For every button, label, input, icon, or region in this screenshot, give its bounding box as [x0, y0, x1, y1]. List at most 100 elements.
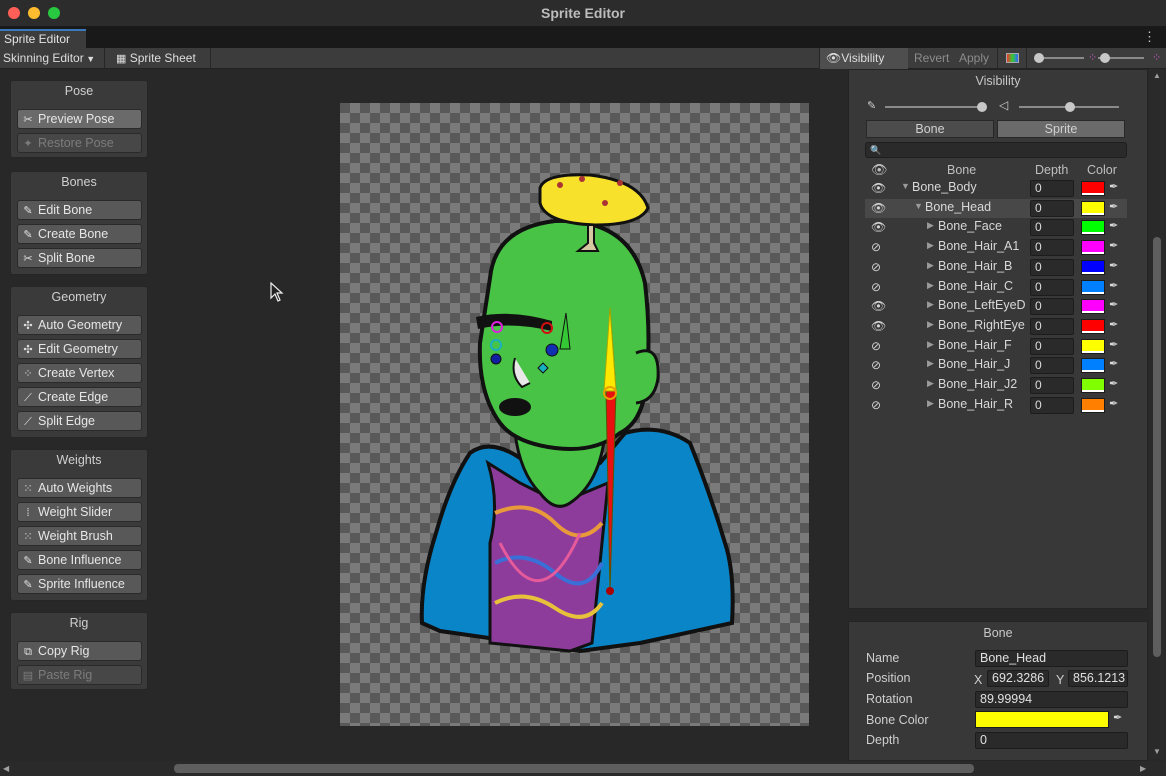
bone-row[interactable]: ⊘ ▶ Bone_Hair_C 0 ✒ — [865, 278, 1127, 297]
bone-row[interactable]: 👁 ▶ Bone_Face 0 ✒ — [865, 218, 1127, 237]
eye-icon[interactable]: 👁 — [871, 319, 887, 333]
eye-hidden-icon[interactable]: ⊘ — [871, 358, 887, 372]
bone-color-swatch[interactable] — [1081, 378, 1105, 393]
bone-row[interactable]: ⊘ ▶ Bone_Hair_F 0 ✒ — [865, 337, 1127, 356]
bone-depth-field[interactable]: 0 — [1030, 239, 1074, 257]
module-dropdown[interactable]: Skinning Editor ▼ — [3, 50, 95, 68]
eyedropper-icon[interactable]: ✒ — [1109, 279, 1123, 295]
collapse-arrow-icon[interactable]: ▶ — [927, 220, 934, 231]
eyedropper-icon[interactable]: ✒ — [1109, 180, 1123, 196]
bone-color-swatch[interactable] — [1081, 338, 1105, 354]
split-bone-button[interactable]: ✂ Split Bone — [17, 248, 142, 268]
visibility-column-eye-icon[interactable]: 👁 — [871, 162, 888, 178]
eye-hidden-icon[interactable]: ⊘ — [871, 398, 887, 412]
scroll-left-arrow-icon[interactable]: ◀ — [3, 764, 9, 773]
tab-sprite[interactable]: Sprite — [997, 120, 1125, 138]
bone-name-field[interactable]: Bone_Head — [975, 650, 1128, 667]
sprite-influence-button[interactable]: ✎ Sprite Influence — [17, 574, 142, 594]
revert-button[interactable]: Revert — [908, 48, 955, 69]
create-edge-button[interactable]: ⟋ Create Edge — [17, 387, 142, 407]
bone-row[interactable]: ⊘ ▶ Bone_Hair_J 0 ✒ — [865, 356, 1127, 375]
bone-color-swatch[interactable] — [1081, 220, 1105, 236]
bone-color-swatch[interactable] — [1081, 299, 1105, 315]
bone-depth-field[interactable]: 0 — [1030, 317, 1074, 335]
edit-bone-button[interactable]: ✎ Edit Bone — [17, 200, 142, 220]
bone-row[interactable]: ⊘ ▶ Bone_Hair_R 0 ✒ — [865, 396, 1127, 415]
bone-color-swatch[interactable] — [1081, 358, 1105, 374]
eye-hidden-icon[interactable]: ⊘ — [871, 378, 887, 392]
bone-color-swatch[interactable] — [1081, 259, 1105, 275]
sprite-canvas[interactable] — [340, 103, 809, 726]
search-input[interactable]: 🔍 — [865, 142, 1127, 158]
auto-weights-button[interactable]: ⁙ Auto Weights — [17, 478, 142, 498]
collapse-arrow-icon[interactable]: ▶ — [927, 378, 934, 389]
auto-geometry-button[interactable]: ✣ Auto Geometry — [17, 315, 142, 335]
position-x-field[interactable]: 692.3286 — [987, 670, 1049, 687]
bone-depth-field[interactable]: 0 — [1030, 298, 1074, 316]
bone-color-swatch[interactable] — [1081, 279, 1105, 295]
split-edge-button[interactable]: ⟋ Split Edge — [17, 411, 142, 431]
eyedropper-icon[interactable]: ✒ — [1113, 711, 1122, 724]
color-channel-icon[interactable] — [1006, 53, 1019, 63]
bone-depth-field[interactable]: 0 — [1030, 278, 1074, 296]
collapse-arrow-icon[interactable]: ▶ — [927, 260, 934, 271]
horizontal-scrollbar-thumb[interactable] — [174, 764, 974, 773]
eyedropper-icon[interactable]: ✒ — [1109, 338, 1123, 354]
eyedropper-icon[interactable]: ✒ — [1109, 377, 1123, 393]
bone-depth-field[interactable]: 0 — [1030, 357, 1074, 375]
sprite-opacity-slider[interactable] — [1019, 100, 1123, 114]
scroll-up-arrow-icon[interactable]: ▲ — [1153, 71, 1161, 80]
eye-icon[interactable]: 👁 — [871, 181, 887, 195]
eyedropper-icon[interactable]: ✒ — [1109, 239, 1123, 255]
eye-icon[interactable]: 👁 — [871, 220, 887, 234]
bone-color-swatch[interactable] — [1081, 397, 1105, 413]
kebab-menu-icon[interactable]: ⋮ — [1143, 29, 1156, 45]
rotation-field[interactable]: 89.99994 — [975, 691, 1128, 708]
paste-rig-button[interactable]: ▤ Paste Rig — [17, 665, 142, 685]
bone-depth-field[interactable]: 0 — [1030, 258, 1074, 276]
eyedropper-icon[interactable]: ✒ — [1109, 318, 1123, 334]
bone-row[interactable]: ⊘ ▶ Bone_Hair_J2 0 ✒ — [865, 376, 1127, 395]
edit-geometry-button[interactable]: ✣ Edit Geometry — [17, 339, 142, 359]
bone-row[interactable]: 👁 ▼ Bone_Head 0 ✒ — [865, 198, 1127, 218]
eyedropper-icon[interactable]: ✒ — [1109, 298, 1123, 314]
collapse-arrow-icon[interactable]: ▶ — [927, 358, 934, 369]
tab-sprite-editor[interactable]: Sprite Editor — [0, 29, 86, 48]
collapse-arrow-icon[interactable]: ▶ — [927, 280, 934, 291]
vertical-scrollbar[interactable]: ▲ ▼ — [1150, 69, 1164, 759]
collapse-arrow-icon[interactable]: ▶ — [927, 240, 934, 251]
create-vertex-button[interactable]: ⁘ Create Vertex — [17, 363, 142, 383]
create-bone-button[interactable]: ✎ Create Bone — [17, 224, 142, 244]
expand-arrow-icon[interactable]: ▼ — [901, 181, 910, 191]
sprite-sheet-button[interactable]: ▦ Sprite Sheet — [116, 50, 196, 68]
bone-row[interactable]: 👁 ▼ Bone_Body 0 ✒ — [865, 179, 1127, 198]
scroll-right-arrow-icon[interactable]: ▶ — [1140, 764, 1146, 773]
bone-depth-field[interactable]: 0 — [1030, 396, 1074, 414]
zoom-slider[interactable] — [1034, 48, 1086, 69]
copy-rig-button[interactable]: ⧉ Copy Rig — [17, 641, 142, 661]
bone-opacity-slider[interactable] — [885, 100, 989, 114]
bone-depth-field[interactable]: 0 — [1030, 337, 1074, 355]
weight-brush-button[interactable]: ⁙ Weight Brush — [17, 526, 142, 546]
preview-pose-button[interactable]: ✂ Preview Pose — [17, 109, 142, 129]
column-header-color[interactable]: Color — [1087, 162, 1117, 178]
bone-color-swatch[interactable] — [1081, 240, 1105, 256]
column-header-bone[interactable]: Bone — [947, 162, 976, 178]
bone-row[interactable]: ⊘ ▶ Bone_Hair_A1 0 ✒ — [865, 238, 1127, 257]
weight-slider-button[interactable]: ⁞ Weight Slider — [17, 502, 142, 522]
eye-icon[interactable]: 👁 — [871, 299, 887, 313]
eyedropper-icon[interactable]: ✒ — [1109, 219, 1123, 235]
eye-icon[interactable]: 👁 — [871, 201, 887, 215]
eyedropper-icon[interactable]: ✒ — [1109, 397, 1123, 413]
position-y-field[interactable]: 856.1213 — [1068, 670, 1128, 687]
visibility-toggle-button[interactable]: 👁Visibility — [820, 48, 908, 69]
eye-hidden-icon[interactable]: ⊘ — [871, 240, 887, 254]
column-header-depth[interactable]: Depth — [1035, 162, 1068, 178]
bone-row[interactable]: 👁 ▶ Bone_LeftEyeD 0 ✒ — [865, 297, 1127, 316]
bone-row[interactable]: 👁 ▶ Bone_RightEye 0 ✒ — [865, 317, 1127, 336]
alpha-slider[interactable] — [1098, 48, 1146, 69]
eye-hidden-icon[interactable]: ⊘ — [871, 260, 887, 274]
horizontal-scrollbar[interactable]: ◀ ▶ — [0, 761, 1166, 776]
restore-pose-button[interactable]: ✦ Restore Pose — [17, 133, 142, 153]
collapse-arrow-icon[interactable]: ▶ — [927, 319, 934, 330]
